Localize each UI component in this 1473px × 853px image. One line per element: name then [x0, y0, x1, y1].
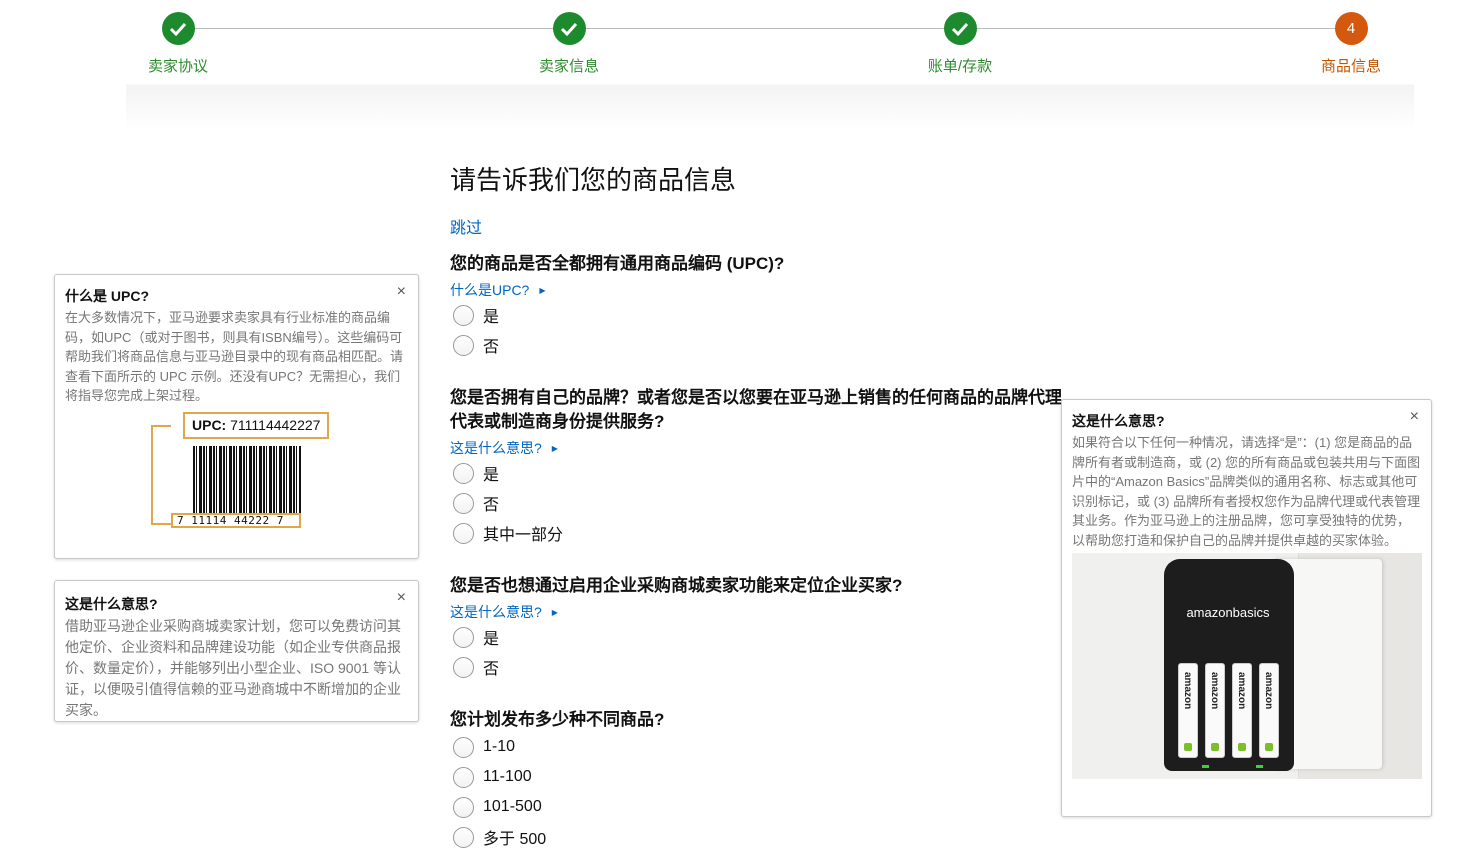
radio-option[interactable]: 其中一部分 — [450, 518, 1090, 548]
check-icon — [552, 12, 586, 45]
question-brand: 您是否拥有自己的品牌？或者您是否以您要在亚马逊上销售的任何商品的品牌代理、代表或… — [450, 386, 1090, 548]
radio-option[interactable]: 多于 500 — [450, 822, 1090, 852]
step-number: 4 — [1334, 12, 1368, 45]
led-indicator — [1256, 765, 1263, 768]
radio-option[interactable]: 是 — [450, 458, 1090, 488]
step-seller-info: 卖家信息 — [509, 12, 629, 76]
popover-body: 借助亚马逊企业采购商城卖家计划，您可以免费访问其他定价、企业资料和品牌建设功能（… — [65, 618, 402, 718]
close-icon[interactable]: × — [397, 589, 406, 607]
radio-label: 是 — [483, 309, 500, 326]
radio-label: 否 — [483, 661, 500, 678]
step-label: 账单/存款 — [927, 58, 993, 75]
progress-stepper: 卖家协议 卖家信息 账单/存款 4 商品信息 — [126, 0, 1414, 130]
radio-label: 1-10 — [483, 738, 516, 755]
help-link-business[interactable]: 这是什么意思? ▶ — [450, 602, 558, 622]
step-label: 卖家信息 — [538, 58, 599, 75]
brand-logo-text: amazonbasics — [1186, 605, 1270, 620]
help-link-label: 这是什么意思? — [450, 604, 542, 620]
page-title: 请告诉我们您的商品信息 — [450, 165, 737, 195]
question-business: 您是否也想通过启用企业采购商城卖家功能来定位企业买家? 这是什么意思? ▶ 是 … — [450, 574, 1090, 682]
radio-option[interactable]: 11-100 — [450, 762, 1090, 792]
step-seller-agreement: 卖家协议 — [118, 12, 238, 76]
radio-option[interactable]: 101-500 — [450, 792, 1090, 822]
radio-button[interactable] — [453, 522, 474, 544]
popover-what-is-upc: × 什么是 UPC? 在大多数情况下，亚马逊要求卖家具有行业标准的商品编码，如U… — [54, 274, 419, 559]
battery: amazon — [1178, 663, 1198, 758]
amazonbasics-charger-image: amazonbasics amazon amazon amazon amazon — [1072, 553, 1422, 779]
radio-label: 是 — [483, 467, 500, 484]
check-icon — [161, 12, 195, 45]
radio-button[interactable] — [453, 626, 474, 648]
radio-button[interactable] — [453, 766, 474, 788]
radio-label: 11-100 — [483, 768, 532, 785]
product-info-form: 请告诉我们您的商品信息 跳过 您的商品是否全都拥有通用商品编码 (UPC)? 什… — [450, 163, 1090, 852]
upc-digits: 7 11114 44222 7 — [171, 512, 301, 528]
radio-button[interactable] — [453, 334, 474, 356]
battery: amazon — [1259, 663, 1279, 758]
radio-label: 否 — [483, 339, 500, 356]
radio-button[interactable] — [453, 304, 474, 326]
help-link-label: 这是什么意思? — [450, 440, 542, 456]
step-billing-deposit: 账单/存款 — [900, 12, 1020, 76]
radio-option[interactable]: 否 — [450, 488, 1090, 518]
radio-button[interactable] — [453, 462, 474, 484]
radio-label: 其中一部分 — [483, 527, 564, 544]
battery: amazon — [1232, 663, 1252, 758]
step-label: 商品信息 — [1320, 58, 1381, 75]
skip-link[interactable]: 跳过 — [450, 214, 482, 238]
radio-label: 101-500 — [483, 798, 542, 815]
radio-label: 多于 500 — [483, 831, 547, 848]
question-title: 您是否拥有自己的品牌？或者您是否以您要在亚马逊上销售的任何商品的品牌代理、代表或… — [450, 388, 1079, 431]
radio-option[interactable]: 是 — [450, 622, 1090, 652]
step-product-info: 4 商品信息 — [1291, 12, 1411, 76]
battery: amazon — [1205, 663, 1225, 758]
popover-body: 在大多数情况下，亚马逊要求卖家具有行业标准的商品编码，如UPC（或对于图书，则具… — [65, 310, 404, 403]
popover-body: 如果符合以下任何一种情况，请选择“是”：(1) 您是商品的品牌所有者或制造商，或… — [1072, 435, 1421, 548]
popover-business-meaning: × 这是什么意思? 借助亚马逊企业采购商城卖家计划，您可以免费访问其他定价、企业… — [54, 580, 419, 722]
radio-option[interactable]: 1-10 — [450, 732, 1090, 762]
radio-button[interactable] — [453, 736, 474, 758]
close-icon[interactable]: × — [397, 283, 406, 301]
help-link-brand[interactable]: 这是什么意思? ▶ — [450, 438, 558, 458]
radio-option[interactable]: 是 — [450, 300, 1090, 330]
upc-bracket — [151, 424, 171, 525]
radio-button[interactable] — [453, 492, 474, 514]
radio-button[interactable] — [453, 656, 474, 678]
popover-title: 这是什么意思? — [65, 596, 158, 612]
radio-label: 否 — [483, 497, 500, 514]
question-upc: 您的商品是否全都拥有通用商品编码 (UPC)? 什么是UPC? ▶ 是 否 — [450, 252, 1090, 360]
radio-button[interactable] — [453, 826, 474, 848]
question-title: 您是否也想通过启用企业采购商城卖家功能来定位企业买家? — [450, 576, 903, 595]
radio-option[interactable]: 否 — [450, 652, 1090, 682]
popover-title: 这是什么意思? — [1072, 413, 1165, 429]
check-icon — [943, 12, 977, 45]
caret-right-icon: ▶ — [551, 607, 558, 617]
popover-title: 什么是 UPC? — [65, 288, 149, 304]
caret-right-icon: ▶ — [539, 285, 546, 295]
led-indicator — [1202, 765, 1209, 768]
barcode — [193, 445, 301, 518]
upc-example-image: UPC: 711114442227 7 11114 44222 7 — [151, 411, 331, 540]
radio-button[interactable] — [453, 796, 474, 818]
step-label: 卖家协议 — [147, 58, 208, 75]
caret-right-icon: ▶ — [551, 443, 558, 453]
question-product-count: 您计划发布多少种不同商品? 1-10 11-100 101-500 多于 500 — [450, 708, 1090, 852]
question-title: 您计划发布多少种不同商品? — [450, 710, 665, 729]
help-link-upc[interactable]: 什么是UPC? ▶ — [450, 280, 546, 300]
radio-label: 是 — [483, 631, 500, 648]
stepper-line — [178, 28, 1352, 29]
upc-label: UPC: 711114442227 — [183, 411, 330, 439]
radio-option[interactable]: 否 — [450, 330, 1090, 360]
popover-brand-meaning: × 这是什么意思? 如果符合以下任何一种情况，请选择“是”：(1) 您是商品的品… — [1061, 399, 1432, 817]
help-link-label: 什么是UPC? — [450, 282, 530, 298]
question-title: 您的商品是否全都拥有通用商品编码 (UPC)? — [450, 254, 785, 273]
close-icon[interactable]: × — [1410, 408, 1419, 426]
